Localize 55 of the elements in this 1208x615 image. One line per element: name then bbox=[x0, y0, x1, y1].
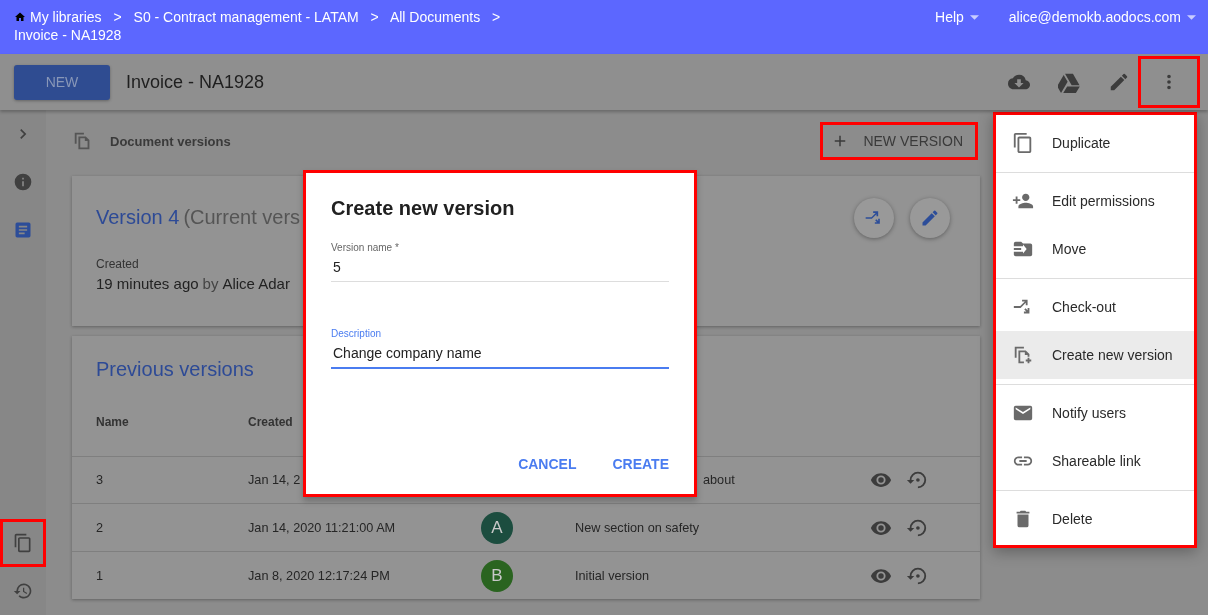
dialog-title: Create new version bbox=[331, 197, 516, 220]
document-title: Invoice - NA1928 bbox=[126, 71, 266, 93]
menu-item[interactable]: Edit permissions bbox=[996, 177, 1194, 225]
caret-icon bbox=[1187, 15, 1196, 20]
table-cell-text: Jan 14, 2 bbox=[248, 472, 302, 487]
table-cell-text: 2 bbox=[95, 520, 105, 535]
avatar: A bbox=[481, 511, 513, 544]
field-label: Description bbox=[331, 328, 382, 339]
menu-item[interactable]: Duplicate bbox=[996, 119, 1194, 167]
cancel-button[interactable]: CANCEL bbox=[508, 448, 587, 480]
avatar: B bbox=[481, 559, 513, 592]
breadcrumb-link[interactable]: My libraries bbox=[14, 9, 102, 25]
menu-item[interactable]: Notify users bbox=[996, 389, 1194, 437]
copy-icon bbox=[1012, 132, 1034, 154]
previous-versions-title: Previous versions bbox=[96, 358, 254, 380]
column-header: Created bbox=[248, 415, 294, 430]
menu-item[interactable]: Create new version bbox=[996, 331, 1194, 379]
menu-item[interactable]: Delete bbox=[996, 495, 1194, 543]
breadcrumb-separator: > bbox=[492, 9, 501, 25]
text-field[interactable]: Change company name bbox=[331, 339, 669, 369]
text-field[interactable]: 5 bbox=[331, 253, 669, 282]
table-cell-text: about bbox=[702, 472, 735, 487]
table-cell-text: Jan 14, 2020 11:21:00 AM bbox=[248, 520, 397, 535]
table-cell-text: Jan 8, 2020 12:17:24 PM bbox=[248, 568, 391, 583]
version-note: (Current vers bbox=[183, 206, 301, 228]
home-icon bbox=[14, 11, 26, 23]
create-button[interactable]: CREATE bbox=[602, 448, 679, 480]
table-cell-text: 1 bbox=[95, 568, 105, 583]
check-out-button[interactable] bbox=[854, 198, 894, 238]
caret-icon bbox=[969, 15, 979, 20]
menu-item[interactable]: Check-out bbox=[996, 283, 1194, 331]
field-label: Version name * bbox=[331, 242, 399, 253]
help-menu[interactable]: Help bbox=[935, 9, 979, 54]
table-cell-text: 3 bbox=[95, 472, 105, 487]
version-title: Version 4 bbox=[96, 206, 180, 228]
breadcrumb-link[interactable]: S0 - Contract management - LATAM bbox=[133, 9, 359, 25]
breadcrumb-link[interactable]: All Documents bbox=[389, 9, 481, 25]
versions-icon[interactable] bbox=[0, 519, 46, 567]
section-title: Document versions bbox=[110, 133, 232, 149]
menu-item[interactable]: Shareable link bbox=[996, 437, 1194, 485]
account-menu[interactable]: alice@demokb.aodocs.com bbox=[1008, 9, 1196, 54]
created-label: Created bbox=[96, 257, 139, 271]
edit-button[interactable] bbox=[910, 198, 950, 238]
by-label: by bbox=[202, 275, 219, 292]
breadcrumb-separator: > bbox=[370, 9, 379, 25]
author-name: Alice Adar bbox=[222, 275, 290, 292]
pencil-icon bbox=[920, 208, 940, 228]
column-header: Name bbox=[95, 415, 130, 430]
breadcrumb-current: Invoice - NA1928 bbox=[14, 27, 122, 43]
created-time: 19 minutes ago bbox=[96, 275, 199, 292]
table-cell: New section on safety bbox=[575, 520, 700, 535]
breadcrumb-separator: > bbox=[113, 9, 122, 25]
table-cell: Initial version bbox=[575, 568, 650, 583]
add-version-icon bbox=[1012, 344, 1034, 366]
menu-item[interactable]: Move bbox=[996, 225, 1194, 273]
